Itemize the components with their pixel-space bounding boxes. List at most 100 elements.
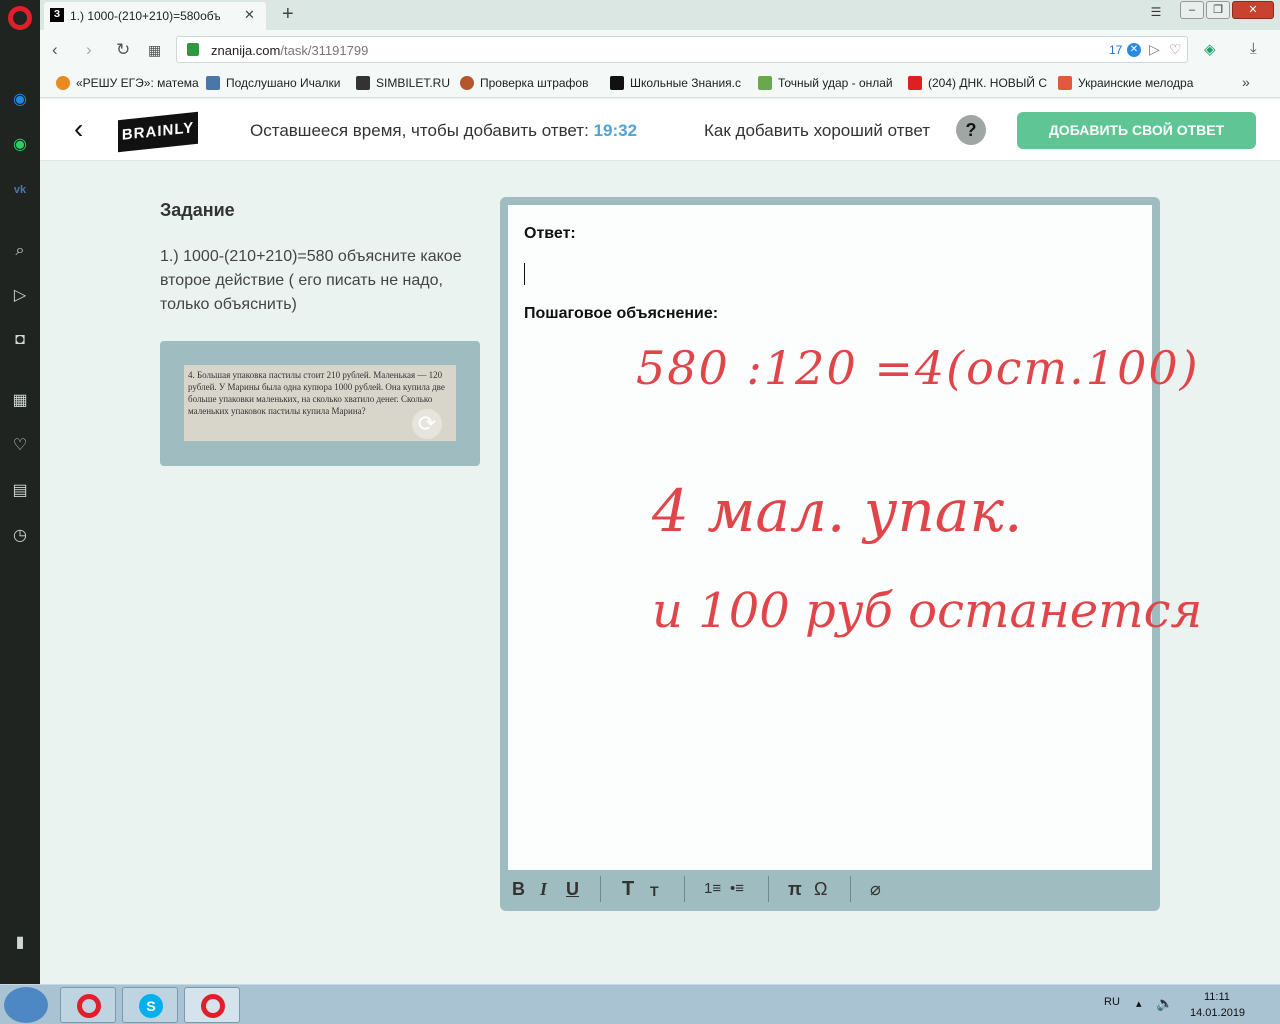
explanation-label: Пошаговое объяснение: — [524, 305, 719, 322]
bookmark-icon — [610, 76, 624, 90]
sidebar-toggle-icon[interactable]: ▮ — [10, 933, 30, 953]
send-icon[interactable]: ▷ — [10, 286, 30, 306]
answer-label: Ответ: — [524, 225, 576, 242]
bookmark-item[interactable]: Украинские мелодра — [1058, 76, 1193, 92]
maximize-button[interactable]: ❐ — [1206, 1, 1230, 19]
task-image-text: 4. Большая упаковка пастилы стоит 210 ру… — [188, 370, 445, 416]
bookmark-icon — [356, 76, 370, 90]
start-button[interactable] — [4, 987, 48, 1023]
opera-logo-icon[interactable] — [8, 6, 32, 30]
url-domain: znanija.com — [211, 43, 281, 58]
text-cursor — [524, 263, 525, 285]
toolbar-divider — [684, 876, 685, 902]
bullet-list-button[interactable]: •≡ — [730, 880, 744, 897]
handwriting-line: 4 мал. упак. — [652, 477, 1023, 545]
volume-icon[interactable]: 🔈 — [1156, 995, 1173, 1012]
bookmark-item[interactable]: Проверка штрафов — [460, 76, 588, 92]
task-attachment[interactable]: 4. Большая упаковка пастилы стоит 210 ру… — [160, 341, 480, 466]
clock-time[interactable]: 11:11 — [1204, 991, 1230, 1003]
task-text: 1.) 1000-(210+210)=580 объясните какое в… — [160, 248, 462, 313]
youtube-icon — [908, 76, 922, 90]
opera-icon — [77, 994, 101, 1018]
back-icon[interactable]: ‹ — [52, 40, 58, 60]
taskbar: S RU ▴ 🔈 11:11 14.01.2019 — [0, 984, 1280, 1024]
task-title: Задание — [160, 200, 235, 220]
editor-area[interactable]: Ответ: Пошаговое объяснение: 580 :120 =4… — [508, 205, 1202, 870]
timer-value: 19:32 — [593, 121, 638, 140]
messenger-icon[interactable]: ◉ — [10, 90, 30, 110]
pi-button[interactable]: π — [788, 879, 802, 900]
bookmarks-bar: «РЕШУ ЕГЭ»: матема Подслушано Ичалки SIM… — [40, 70, 1280, 98]
bookmark-icon — [206, 76, 220, 90]
speed-dial-icon[interactable]: ▦ — [148, 42, 161, 59]
tab-menu-icon[interactable]: ☰ — [1146, 3, 1166, 21]
share-icon[interactable]: ▷ — [1149, 41, 1160, 58]
rotate-icon[interactable]: ⟳ — [412, 409, 442, 439]
history-icon[interactable]: ◷ — [10, 526, 30, 546]
page-content: ‹ BRAINLY Оставшееся время, чтобы добави… — [40, 99, 1280, 984]
italic-button[interactable]: I — [540, 879, 547, 900]
toolbar-divider — [600, 876, 601, 902]
toolbar-divider — [850, 876, 851, 902]
clock-date[interactable]: 14.01.2019 — [1190, 1007, 1245, 1019]
how-to-link[interactable]: Как добавить хороший ответ — [704, 121, 930, 141]
bookmark-item[interactable]: SIMBILET.RU — [356, 76, 450, 92]
bookmark-item[interactable]: Точный удар - онлай — [758, 76, 893, 92]
bookmark-item[interactable]: (204) ДНК. НОВЫЙ С — [908, 76, 1047, 92]
vpn-icon[interactable]: ◈ — [1204, 40, 1216, 58]
task-image[interactable]: 4. Большая упаковка пастилы стоит 210 ру… — [184, 365, 456, 441]
whatsapp-icon[interactable]: ◉ — [10, 135, 30, 155]
taskbar-opera-active[interactable] — [184, 987, 240, 1023]
editor-toolbar: B I U T T 1≡ •≡ π Ω ⌀ — [508, 870, 1152, 908]
search-icon[interactable]: ⌕ — [10, 241, 30, 261]
adblock-icon[interactable]: ✕ — [1127, 43, 1141, 57]
bookmark-icon — [758, 76, 772, 90]
url-field[interactable]: znanija.com/task/31191799 17 ✕ ▷ ♡ — [176, 36, 1188, 63]
bold-button[interactable]: B — [512, 879, 525, 900]
tab-close-icon[interactable]: ✕ — [244, 7, 255, 23]
bookmark-item[interactable]: «РЕШУ ЕГЭ»: матема — [56, 76, 199, 92]
taskbar-skype-app[interactable]: S — [122, 987, 178, 1023]
back-button[interactable]: ‹ — [74, 113, 83, 145]
url-path: /task/31191799 — [280, 43, 369, 58]
taskbar-opera-app[interactable] — [60, 987, 116, 1023]
bookmark-item[interactable]: Подслушано Ичалки — [206, 76, 340, 92]
favicon-icon: З — [50, 8, 64, 22]
new-tab-button[interactable]: + — [282, 3, 294, 26]
reload-icon[interactable]: ↻ — [116, 40, 130, 60]
bookmark-icon — [56, 76, 70, 90]
text-large-button[interactable]: T — [622, 878, 634, 901]
underline-button[interactable]: U — [566, 879, 579, 900]
minimize-button[interactable]: – — [1180, 1, 1204, 19]
opera-icon — [201, 994, 225, 1018]
toolbar-divider — [768, 876, 769, 902]
handwriting-line: 580 :120 =4(ост.100) — [636, 341, 1200, 395]
add-answer-button[interactable]: ДОБАВИТЬ СВОЙ ОТВЕТ — [1017, 112, 1256, 149]
omega-button[interactable]: Ω — [814, 879, 827, 900]
close-window-button[interactable]: ✕ — [1232, 1, 1274, 19]
vk-icon[interactable]: vk — [10, 180, 30, 200]
brainly-logo[interactable]: BRAINLY — [118, 111, 198, 153]
language-indicator[interactable]: RU — [1104, 996, 1120, 1008]
skype-icon: S — [139, 994, 163, 1018]
tab-active[interactable]: З 1.) 1000-(210+210)=580объ ✕ — [44, 2, 266, 30]
bookmark-item[interactable]: Школьные Знания.с — [610, 76, 741, 92]
bookmarks-more-button[interactable]: » — [1242, 74, 1250, 90]
tab-title: 1.) 1000-(210+210)=580объ — [70, 9, 220, 23]
help-button[interactable]: ? — [956, 115, 986, 145]
news-icon[interactable]: ▤ — [10, 481, 30, 501]
text-small-button[interactable]: T — [650, 883, 659, 899]
opera-sidebar: ◉ ◉ vk ⌕ ▷ ◘ ▦ ♡ ▤ ◷ ▮ — [0, 0, 40, 984]
bookmark-heart-icon[interactable]: ♡ — [1169, 41, 1182, 58]
attach-icon[interactable]: ⌀ — [870, 879, 881, 900]
forward-icon[interactable]: › — [86, 40, 92, 60]
address-bar: ‹ › ↻ ▦ znanija.com/task/31191799 17 ✕ ▷… — [40, 30, 1280, 70]
bookmark-icon — [1058, 76, 1072, 90]
heart-icon[interactable]: ♡ — [10, 436, 30, 456]
lock-icon — [187, 43, 199, 56]
ordered-list-button[interactable]: 1≡ — [704, 880, 721, 897]
apps-icon[interactable]: ▦ — [10, 391, 30, 411]
download-icon[interactable]: ⤓ — [1250, 40, 1257, 57]
tray-expand-icon[interactable]: ▴ — [1136, 997, 1142, 1010]
camera-icon[interactable]: ◘ — [10, 330, 30, 350]
